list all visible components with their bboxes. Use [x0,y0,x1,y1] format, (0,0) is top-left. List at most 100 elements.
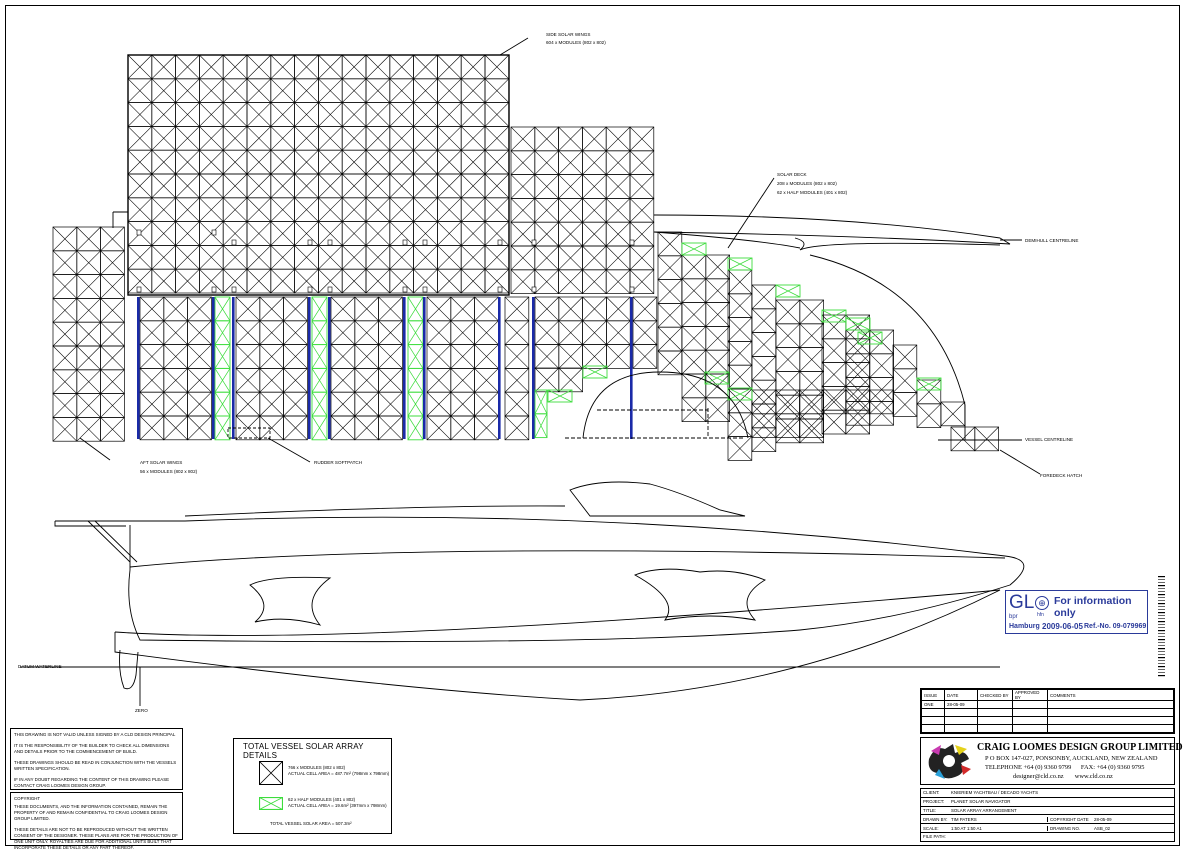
rev-header-date: DATE [944,689,978,701]
solar-module-deck [775,299,801,325]
solar-module-side-wing [484,173,510,199]
solar-module-forward-wing [605,245,631,271]
solar-module-side-wing [365,78,391,103]
solar-module-deck [187,415,212,441]
solar-module-deck [283,344,308,369]
solar-module-side-wing [270,54,295,80]
solar-module-side-wing [294,78,319,103]
solar-module-side-wing [413,197,438,222]
solar-module-deck [799,323,824,348]
solar-module-side-wing [341,78,367,103]
solar-module-side-wing [437,102,462,127]
copyright-2: THESE DETAILS ARE NOT TO BE REPRODUCED W… [14,827,178,850]
tb-scale-value: 1:50 AT 1:50 A1 [951,825,982,831]
half-module-symbol [259,797,283,810]
solar-module-deck [163,344,188,369]
solar-module-deck [354,296,379,322]
solar-module-side-wing [270,197,295,222]
solar-module-side-wing [318,197,343,222]
solar-module-deck [426,415,452,441]
solar-module-side-wing [246,102,272,127]
rudder [119,649,139,690]
solar-module-aft-wing [52,417,78,442]
solar-module-side-wing [413,102,438,127]
tb-dwg-value: ASB_02 [1094,825,1111,831]
solar-module-side-wing [318,78,343,103]
solar-module-deck [474,320,499,345]
solar-module-deck [751,308,777,333]
solar-module-side-wing [341,126,367,151]
solar-module-forward-wing [605,174,631,199]
half-module [214,367,231,393]
tb-title-key: TITLE: [923,807,937,813]
deck-line [184,505,566,517]
solar-module-side-wing [246,268,272,294]
solar-module-deck [869,353,894,378]
solar-module-deck [163,391,188,417]
solar-module-aft-wing [100,250,125,275]
solar-module-deck [751,403,777,429]
solar-module-deck [558,344,583,369]
solar-module-forward-wing [582,174,607,199]
solar-module-side-wing [389,197,414,222]
solar-module-side-wing [389,54,414,80]
solar-module-deck [681,278,707,303]
solar-module-deck [751,389,777,415]
half-module [214,344,231,369]
solar-module-deck [139,368,165,393]
tb-drawn-key: DRAWN BY: [923,816,948,822]
hull-cutout-fwd [633,568,767,621]
leader-solar-deck [727,177,775,249]
solar-module-deck [799,418,824,444]
copyright-title: COPYRIGHT [14,796,41,801]
solar-module-deck [187,368,212,393]
solar-module-deck [727,269,753,295]
solar-module-side-wing [365,126,391,151]
solar-module-side-wing [365,221,391,246]
rev-cell: ONE [921,700,945,709]
solar-module-deck [163,296,188,322]
notes-box: THIS DRAWING IS NOT VALID UNLESS SIGNED … [10,728,183,790]
latch [211,286,217,293]
solar-module-deck [558,296,583,322]
solar-module-side-wing [341,102,367,127]
side-wing-detail: 604 x MODULES (802 x 802) [546,40,606,45]
solar-module-deck [426,296,452,322]
half-module [534,413,548,439]
solar-module-deck [727,364,753,390]
solar-module-forward-wing [629,150,655,175]
rev-cell [1047,700,1174,709]
solar-module-side-wing [437,149,462,175]
stamp-logo: GL [1009,592,1035,613]
solar-module-side-wing [246,173,272,199]
solar-module-forward-wing [510,269,536,294]
company-address: P O BOX 147-027, PONSONBY, AUCKLAND, NEW… [985,755,1158,762]
solar-module-forward-wing [534,221,559,247]
solar-module-deck [799,347,824,372]
solar-module-side-wing [246,78,272,103]
half-module [311,367,328,393]
rev-header-approved: APPROVED BY [1012,689,1048,701]
solar-module-deck [259,344,284,369]
solar-module-deck [582,344,607,369]
blue-strip [498,297,501,439]
tb-cdate-key: COPYRIGHT DATE [1047,816,1094,822]
solar-module-forward-wing [582,269,607,294]
stamp-city: Hamburg [1009,623,1040,630]
solar-module-deck [606,344,631,369]
half-module [407,344,424,369]
legend-title: TOTAL VESSEL SOLAR ARRAY DETAILS [243,742,364,760]
solar-module-side-wing [341,173,367,199]
solar-module-deck [259,296,284,322]
solar-module-side-wing [365,54,391,80]
solar-deck-line2: 62 x HALF MODULES (401 x 802) [777,190,848,195]
note-1: THIS DRAWING IS NOT VALID UNLESS SIGNED … [14,732,176,737]
solar-module-side-wing [460,221,486,246]
solar-module-side-wing [413,126,438,151]
rev-header-checked: CHECKED BY [977,689,1013,701]
solar-module-side-wing [341,54,367,80]
stamp-info: For information only [1054,595,1132,619]
solar-module-deck [378,296,403,322]
solar-module-forward-wing [510,245,536,271]
solar-module-deck [775,418,801,444]
